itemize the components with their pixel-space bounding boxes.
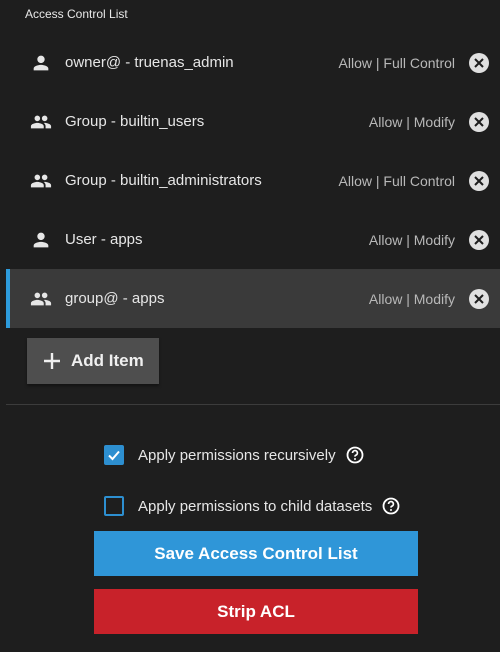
group-icon <box>28 168 54 194</box>
acl-item-permission: Allow | Full Control <box>338 54 455 71</box>
recursive-checkbox[interactable] <box>104 445 124 465</box>
section-title: Access Control List <box>25 7 128 21</box>
acl-item-who: group@ - apps <box>65 290 165 307</box>
child-datasets-label: Apply permissions to child datasets <box>138 497 373 515</box>
acl-item[interactable]: Group - builtin_administrators Allow | F… <box>6 151 500 210</box>
acl-item-who: User - apps <box>65 231 143 248</box>
help-icon[interactable] <box>382 497 400 515</box>
recursive-label: Apply permissions recursively <box>138 446 336 464</box>
acl-item[interactable]: Group - builtin_users Allow | Modify <box>6 92 500 151</box>
divider <box>6 404 500 405</box>
acl-item-who: owner@ - truenas_admin <box>65 54 234 71</box>
remove-icon[interactable] <box>469 229 489 250</box>
add-item-button[interactable]: Add Item <box>27 338 159 384</box>
acl-item[interactable]: User - apps Allow | Modify <box>6 210 500 269</box>
child-datasets-option: Apply permissions to child datasets <box>104 496 400 516</box>
group-icon <box>28 286 54 312</box>
person-icon <box>28 227 54 253</box>
save-acl-button[interactable]: Save Access Control List <box>94 531 418 576</box>
acl-item-permission: Allow | Modify <box>368 231 455 248</box>
remove-icon[interactable] <box>469 111 489 132</box>
acl-item-permission: Allow | Modify <box>368 290 455 307</box>
acl-item-who: Group - builtin_administrators <box>65 172 262 189</box>
acl-item-permission: Allow | Full Control <box>338 172 455 189</box>
acl-list: owner@ - truenas_admin Allow | Full Cont… <box>6 33 500 328</box>
remove-icon[interactable] <box>469 52 489 73</box>
remove-icon[interactable] <box>469 170 489 191</box>
add-item-label: Add Item <box>71 351 144 370</box>
group-icon <box>28 109 54 135</box>
acl-item-permission: Allow | Modify <box>368 113 455 130</box>
acl-item[interactable]: owner@ - truenas_admin Allow | Full Cont… <box>6 33 500 92</box>
remove-icon[interactable] <box>469 288 489 309</box>
plus-icon <box>42 351 62 371</box>
person-icon <box>28 50 54 76</box>
help-icon[interactable] <box>346 446 364 464</box>
child-datasets-checkbox[interactable] <box>104 496 124 516</box>
acl-item-selected[interactable]: group@ - apps Allow | Modify <box>6 269 500 328</box>
strip-acl-button[interactable]: Strip ACL <box>94 589 418 634</box>
recursive-option: Apply permissions recursively <box>104 445 364 465</box>
acl-item-who: Group - builtin_users <box>65 113 205 130</box>
